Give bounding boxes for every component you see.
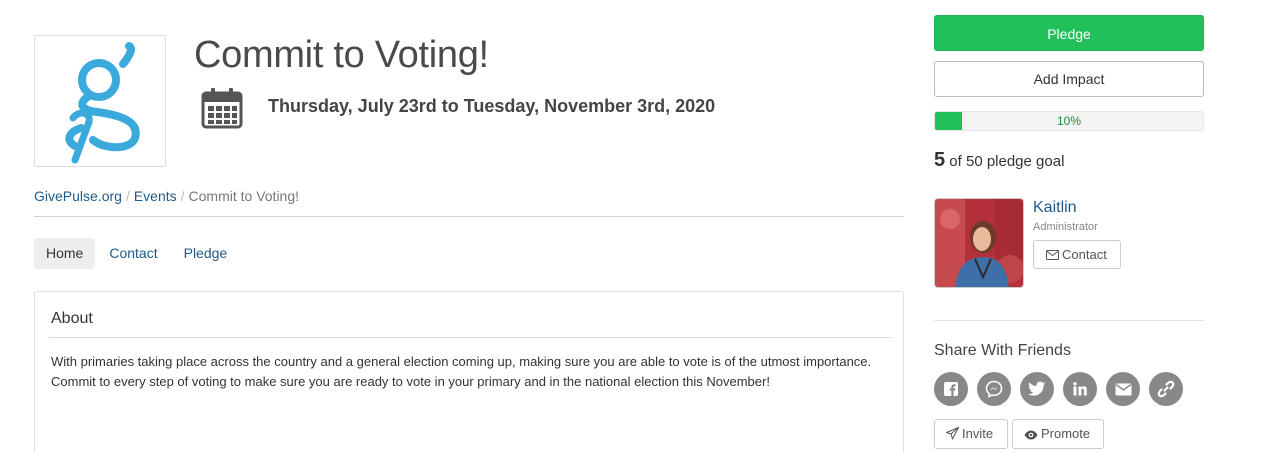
- organization-logo: [34, 35, 166, 167]
- givepulse-g-logo-icon: [65, 42, 140, 164]
- calendar-icon: [200, 86, 244, 135]
- event-dates: Thursday, July 23rd to Tuesday, November…: [268, 96, 716, 116]
- tab-home[interactable]: Home: [34, 238, 96, 269]
- tab-contact[interactable]: Contact: [97, 238, 169, 269]
- admin-name-link[interactable]: Kaitlin: [1033, 199, 1077, 217]
- breadcrumb-separator: /: [180, 188, 185, 204]
- linkedin-icon[interactable]: [1063, 372, 1097, 406]
- share-heading: Share With Friends: [934, 342, 1071, 359]
- paper-plane-icon: [946, 427, 959, 440]
- breadcrumb-current: Commit to Voting!: [188, 188, 300, 204]
- about-description: With primaries taking place across the c…: [51, 354, 872, 389]
- pledge-goal: 5 of 50 pledge goal: [934, 149, 1064, 172]
- breadcrumb-separator: /: [125, 188, 130, 204]
- breadcrumb-home-link[interactable]: GivePulse.org: [34, 188, 122, 204]
- facebook-icon[interactable]: [934, 372, 968, 406]
- promote-button[interactable]: Promote: [1012, 419, 1104, 449]
- twitter-icon[interactable]: [1020, 372, 1054, 406]
- pledge-count: 5: [934, 149, 946, 171]
- about-panel: About With primaries taking place across…: [34, 291, 904, 452]
- contact-admin-button[interactable]: Contact: [1033, 240, 1121, 269]
- add-impact-button[interactable]: Add Impact: [934, 61, 1204, 97]
- eye-icon: [1024, 430, 1038, 440]
- envelope-icon: [1046, 250, 1059, 260]
- divider: [934, 320, 1204, 321]
- breadcrumb-events-link[interactable]: Events: [134, 188, 177, 204]
- divider: [34, 216, 904, 217]
- contact-admin-label: Contact: [1062, 247, 1107, 262]
- invite-label: Invite: [962, 426, 994, 441]
- link-icon[interactable]: [1149, 372, 1183, 406]
- admin-avatar[interactable]: [934, 198, 1024, 288]
- progress-label: 10%: [1056, 114, 1082, 128]
- about-heading: About: [51, 310, 93, 327]
- event-tabs: Home Contact Pledge: [34, 238, 241, 269]
- divider: [49, 337, 892, 338]
- pledge-progress-bar: 10%: [934, 111, 1204, 131]
- pledge-button[interactable]: Pledge: [934, 15, 1204, 51]
- breadcrumb: GivePulse.org / Events / Commit to Voting!: [34, 188, 299, 204]
- messenger-icon[interactable]: [977, 372, 1011, 406]
- tab-pledge[interactable]: Pledge: [172, 238, 240, 269]
- admin-role: Administrator: [1033, 221, 1098, 233]
- promote-label: Promote: [1041, 426, 1091, 441]
- pledge-goal-text: of 50 pledge goal: [949, 153, 1065, 170]
- share-icons: [934, 372, 1192, 406]
- email-icon[interactable]: [1106, 372, 1140, 406]
- invite-button[interactable]: Invite: [934, 419, 1008, 449]
- page-title: Commit to Voting!: [194, 34, 489, 76]
